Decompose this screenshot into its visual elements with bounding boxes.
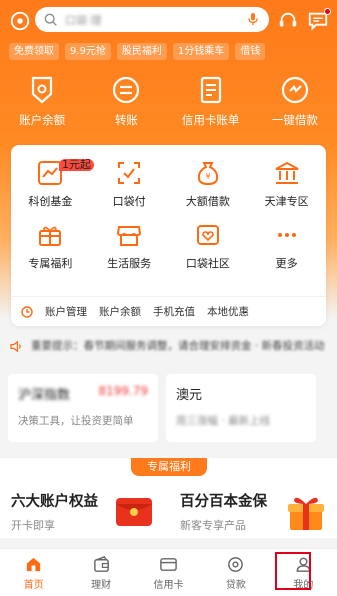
app-logo-icon[interactable]: [9, 10, 31, 32]
message-button[interactable]: [307, 8, 331, 32]
service-large-loan[interactable]: ¥ 大额借款: [169, 159, 248, 209]
unread-dot: [324, 8, 331, 15]
gift-icon: [39, 226, 62, 246]
speaker-icon: [10, 340, 21, 352]
money-bag-icon: ¥: [197, 162, 218, 186]
service-label: 科创基金: [28, 195, 73, 208]
market-subtitle: 周三涨幅 · 最新上线: [176, 415, 271, 427]
loan-icon: [228, 556, 244, 572]
market-card[interactable]: 沪深指数 8199.79 决策工具，让投资更简单: [8, 374, 158, 442]
nav-wealth[interactable]: 理财: [67, 549, 134, 596]
nav-label: 贷款: [225, 579, 246, 591]
service-fund[interactable]: 1元起 科创基金: [11, 159, 94, 209]
promo-tag[interactable]: 9.9元抢: [65, 43, 111, 60]
search-placeholder: 口袋·理: [65, 13, 102, 27]
credit-card-icon: [160, 557, 177, 571]
wealth-icon: [93, 555, 109, 572]
quick-action-credit-bill[interactable]: 信用卡账单: [169, 74, 253, 128]
quick-action-loan[interactable]: 一键借款: [253, 74, 337, 128]
search-input[interactable]: 口袋·理: [35, 7, 269, 32]
welfare-title: 六大账户权益: [11, 494, 98, 510]
welfare-section: 专属福利 六大账户权益 开卡即享 百分百本金保 新客专享产品: [0, 458, 337, 538]
transfer-icon: [113, 76, 140, 104]
nav-label: 理财: [91, 579, 112, 591]
link-account-balance[interactable]: 账户余额: [99, 304, 141, 319]
nav-label: 首页: [23, 579, 44, 591]
scan-icon: [118, 162, 141, 184]
market-cards: 沪深指数 8199.79 决策工具，让投资更简单 澳元 周三涨幅 · 最新上线: [8, 374, 337, 442]
service-pocket-pay[interactable]: 口袋付: [90, 159, 169, 209]
service-more[interactable]: 更多: [247, 221, 326, 271]
services-card: 1元起 科创基金 口袋付 ¥ 大额借款 天津专区 专属福利 生活服务 口袋社区 …: [11, 145, 326, 326]
highlight-box: [274, 552, 311, 590]
quick-actions: 账户余额 转账 信用卡账单 一键借款: [0, 74, 337, 128]
section-title: 专属福利: [131, 458, 207, 476]
market-subtitle: 决策工具，让投资更简单: [18, 415, 134, 427]
promo-tag[interactable]: 股民福利: [116, 43, 167, 60]
welfare-subtitle: 新客专享产品: [180, 519, 246, 532]
promo-tag[interactable]: 1分钱乘车: [172, 43, 230, 60]
market-value: 8199.79: [98, 384, 148, 398]
market-card[interactable]: 澳元 周三涨幅 · 最新上线: [166, 374, 316, 442]
loan-icon: [281, 76, 308, 104]
service-label: 专属福利: [28, 257, 73, 270]
bill-icon: [200, 76, 221, 104]
link-phone-topup[interactable]: 手机充值: [153, 304, 195, 319]
promo-tag[interactable]: 借钱: [235, 43, 266, 60]
welfare-title: 百分百本金保: [180, 494, 267, 510]
quick-action-transfer[interactable]: 转账: [84, 74, 168, 128]
service-label: 口袋社区: [185, 257, 230, 270]
nav-loan[interactable]: 贷款: [202, 549, 269, 596]
nav-credit-card[interactable]: 信用卡: [135, 549, 202, 596]
microphone-icon[interactable]: [245, 11, 261, 27]
notice-text: 重要提示：春节期间服务调整，请合理安排资金 · 新春投资活动: [31, 339, 325, 352]
customer-service-icon[interactable]: [277, 10, 299, 32]
link-local-offers[interactable]: 本地优惠: [207, 304, 249, 319]
nav-mine[interactable]: 我的: [270, 549, 337, 596]
service-label: 天津专区: [264, 195, 309, 208]
promo-tags: 免费领取 9.9元抢 股民福利 1分钱乘车 借钱: [9, 43, 266, 60]
home-icon: [27, 557, 41, 571]
search-row: 口袋·理: [0, 7, 337, 33]
quick-action-label: 一键借款: [271, 113, 318, 127]
community-icon: [196, 225, 219, 245]
service-life[interactable]: 生活服务: [90, 221, 169, 271]
quick-action-label: 账户余额: [19, 113, 66, 127]
welfare-subtitle: 开卡即享: [11, 519, 55, 532]
service-tianjin[interactable]: 天津专区: [247, 159, 326, 209]
service-label: 大额借款: [185, 195, 230, 208]
notice-bar[interactable]: 重要提示：春节期间服务调整，请合理安排资金 · 新春投资活动: [0, 330, 337, 362]
market-title: 澳元: [176, 388, 203, 403]
promo-tag[interactable]: 免费领取: [9, 43, 59, 60]
service-label: 更多: [275, 257, 298, 270]
service-badge: 1元起: [59, 159, 94, 171]
wallet-icon: [32, 76, 53, 104]
quick-action-balance[interactable]: 账户余额: [0, 74, 84, 128]
quick-action-label: 信用卡账单: [181, 113, 240, 127]
card-links: 账户管理 账户余额 手机充值 本地优惠: [11, 296, 326, 326]
nav-label: 信用卡: [153, 579, 184, 591]
service-label: 生活服务: [107, 257, 152, 270]
quick-action-label: 转账: [114, 113, 138, 127]
service-exclusive-welfare[interactable]: 专属福利: [11, 221, 90, 271]
more-icon: [277, 233, 296, 237]
bottom-nav: 首页 理财 信用卡 贷款 我的: [0, 548, 337, 596]
link-account-management[interactable]: 账户管理: [45, 304, 87, 319]
welfare-item[interactable]: 六大账户权益 开卡即享: [11, 490, 98, 533]
store-icon: [117, 226, 142, 246]
service-community[interactable]: 口袋社区: [169, 221, 248, 271]
nav-home[interactable]: 首页: [0, 549, 67, 596]
red-envelope-icon: [116, 498, 152, 526]
gift-box-icon: [288, 497, 324, 530]
welfare-item[interactable]: 百分百本金保 新客专享产品: [180, 490, 267, 533]
building-icon: [275, 161, 299, 184]
search-icon: [44, 13, 57, 26]
clock-icon: [21, 305, 33, 318]
svg-text:¥: ¥: [205, 172, 210, 181]
service-label: 口袋付: [112, 195, 146, 208]
